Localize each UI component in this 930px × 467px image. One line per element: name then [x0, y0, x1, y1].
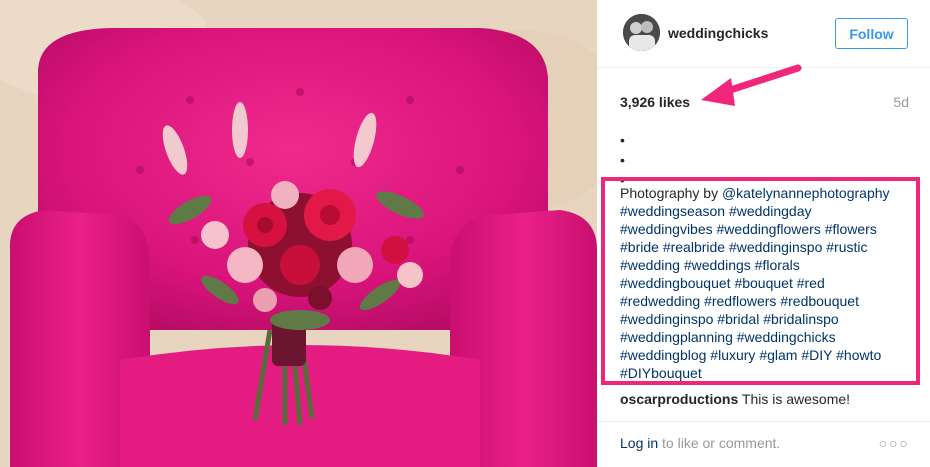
hashtag-link[interactable]: #howto — [836, 347, 881, 363]
bouquet-on-chair-illustration — [0, 0, 597, 467]
hashtag-link[interactable]: #flowers — [825, 221, 877, 237]
more-options-icon[interactable]: ○○○ — [879, 435, 910, 451]
caption-line: #redwedding #redflowers #redbouquet — [620, 292, 920, 310]
hashtag-link[interactable]: #weddingday — [729, 203, 812, 219]
caption-text: Photography by — [620, 185, 722, 201]
hashtag-link[interactable]: #weddinginspo — [620, 311, 713, 327]
caption-line: #weddingseason #weddingday — [620, 202, 920, 220]
login-prompt-text: to like or comment. — [658, 435, 781, 451]
pink-arrow-icon — [701, 64, 802, 106]
hashtag-link[interactable]: #DIYbouquet — [620, 365, 702, 381]
comment-text: This is awesome! — [738, 391, 851, 407]
hashtag-link[interactable]: #redwedding — [620, 293, 700, 309]
hashtag-link[interactable]: #rustic — [826, 239, 867, 255]
hashtag-link[interactable]: #weddingplanning — [620, 329, 733, 345]
post-photo — [0, 0, 597, 467]
hashtag-link[interactable]: #weddingflowers — [717, 221, 821, 237]
hashtag-link[interactable]: #red — [797, 275, 825, 291]
mention-link[interactable]: @katelynannephotography — [722, 185, 890, 201]
hashtag-link[interactable]: #weddingbouquet — [620, 275, 731, 291]
hashtag-link[interactable]: #weddingblog — [620, 347, 706, 363]
hashtag-link[interactable]: #weddinginspo — [729, 239, 822, 255]
caption-line: #weddingblog #luxury #glam #DIY #howto — [620, 346, 920, 364]
hashtag-link[interactable]: #wedding — [620, 257, 680, 273]
hashtag-link[interactable]: #realbride — [663, 239, 725, 255]
hashtag-link[interactable]: #bridal — [717, 311, 759, 327]
caption-line: #weddinginspo #bridal #bridalinspo — [620, 310, 920, 328]
caption-line: #weddingvibes #weddingflowers #flowers — [620, 220, 920, 238]
caption-line: #bride #realbride #weddinginspo #rustic — [620, 238, 920, 256]
caption-dot: • — [620, 132, 625, 148]
caption-line: Photography by @katelynannephotography — [620, 184, 920, 202]
caption-line: #DIYbouquet — [620, 364, 920, 382]
hashtag-link[interactable]: #florals — [755, 257, 800, 273]
hashtag-link[interactable]: #weddingvibes — [620, 221, 713, 237]
hashtag-link[interactable]: #DIY — [801, 347, 832, 363]
caption-dot: • — [620, 152, 625, 168]
caption-line: #wedding #weddings #florals — [620, 256, 920, 274]
avatar[interactable] — [623, 14, 660, 51]
hashtag-link[interactable]: #weddingseason — [620, 203, 725, 219]
hashtag-link[interactable]: #glam — [759, 347, 797, 363]
comment-username[interactable]: oscarproductions — [620, 391, 738, 407]
likes-count[interactable]: 3,926 likes — [620, 94, 690, 110]
hashtag-link[interactable]: #bride — [620, 239, 659, 255]
hashtag-link[interactable]: #weddings — [684, 257, 751, 273]
avatar-photo-icon — [623, 14, 660, 51]
caption-line: #weddingplanning #weddingchicks — [620, 328, 920, 346]
post-age[interactable]: 5d — [893, 94, 909, 110]
post-caption: Photography by @katelynannephotography #w… — [620, 184, 920, 382]
hashtag-link[interactable]: #bridalinspo — [763, 311, 839, 327]
post-header: weddingchicks Follow — [597, 0, 930, 68]
hashtag-link[interactable]: #luxury — [710, 347, 755, 363]
hashtag-link[interactable]: #redflowers — [704, 293, 776, 309]
hashtag-link[interactable]: #bouquet — [734, 275, 792, 291]
hashtag-link[interactable]: #redbouquet — [780, 293, 859, 309]
login-link[interactable]: Log in — [620, 435, 658, 451]
caption-line: #weddingbouquet #bouquet #red — [620, 274, 920, 292]
login-prompt: Log in to like or comment. — [620, 435, 780, 451]
follow-button[interactable]: Follow — [835, 18, 908, 49]
hashtag-link[interactable]: #weddingchicks — [737, 329, 836, 345]
post-footer: Log in to like or comment. ○○○ — [597, 421, 930, 467]
comment: oscarproductions This is awesome! — [620, 391, 850, 407]
username[interactable]: weddingchicks — [668, 25, 768, 41]
